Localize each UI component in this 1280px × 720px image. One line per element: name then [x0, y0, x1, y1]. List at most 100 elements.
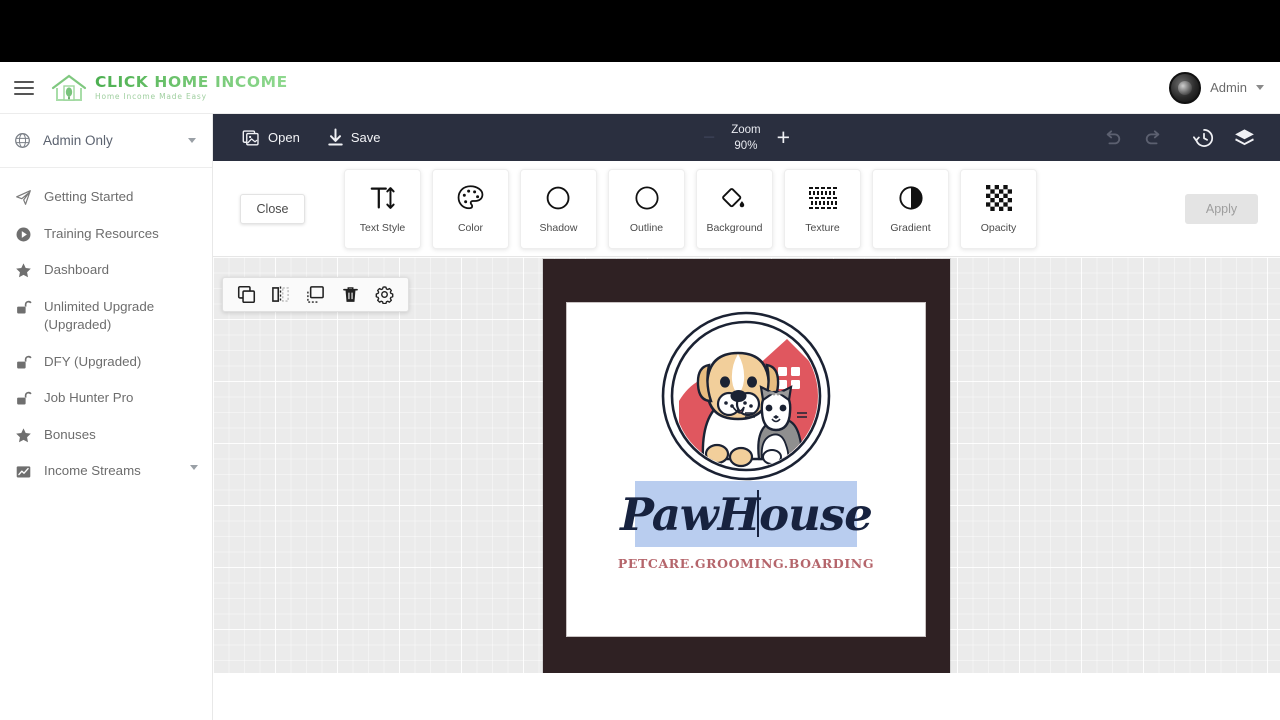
sidebar-nav: Getting Started Training Resources Dashb…: [0, 168, 212, 490]
half-filled-circle-icon: [897, 183, 925, 213]
sidebar-item-label: DFY (Upgraded): [44, 353, 142, 369]
artboard-frame[interactable]: PawHouse PETCARE.GROOMING.BOARDING: [543, 259, 950, 673]
sidebar-item-getting-started[interactable]: Getting Started: [0, 179, 212, 216]
logo-text-selected[interactable]: PawHouse: [620, 481, 873, 547]
open-label: Open: [268, 130, 300, 145]
tool-card-label: Shadow: [539, 222, 578, 234]
redo-arrow-icon[interactable]: [1143, 129, 1163, 147]
style-tool-strip: Close Text Style Color Shadow Outline Ba…: [213, 161, 1280, 257]
sidebar: Admin Only Getting Started Training Reso…: [0, 114, 213, 720]
sidebar-item-bonuses[interactable]: Bonuses: [0, 417, 212, 454]
logo-tagline: PETCARE.GROOMING.BOARDING: [617, 556, 875, 571]
brand-logo[interactable]: CLICK HOME INCOME Home Income Made Easy: [50, 73, 288, 103]
chart-icon: [14, 463, 33, 480]
brand-tagline: Home Income Made Easy: [95, 91, 207, 101]
undo-redo-group: [1103, 129, 1163, 147]
close-button[interactable]: Close: [240, 193, 305, 224]
logo-brand-text: PawHouse: [620, 487, 873, 541]
zoom-label: Zoom: [731, 123, 761, 136]
sidebar-item-income-streams[interactable]: Income Streams: [0, 453, 212, 490]
sidebar-item-label: Dashboard: [44, 262, 110, 277]
trash-icon[interactable]: [338, 283, 362, 307]
user-name-label: Admin: [1210, 80, 1247, 95]
object-action-toolbar: [222, 277, 409, 312]
sidebar-item-label: Income Streams: [44, 463, 141, 478]
zoom-value: 90%: [734, 139, 758, 152]
tool-card-gradient[interactable]: Gradient: [872, 168, 949, 249]
sidebar-item-job-hunter-pro[interactable]: Job Hunter Pro: [0, 380, 212, 417]
duplicate-icon[interactable]: [234, 283, 258, 307]
app-header: CLICK HOME INCOME Home Income Made Easy …: [0, 62, 1280, 114]
sidebar-scope-label: Admin Only: [43, 133, 113, 148]
download-icon: [328, 128, 343, 146]
unlock-icon: [14, 354, 33, 371]
hamburger-icon[interactable]: [14, 80, 34, 95]
header-user-area[interactable]: Admin: [1169, 71, 1264, 104]
zoom-in-button[interactable]: +: [777, 126, 790, 149]
house-logo-icon: [51, 74, 87, 101]
image-open-icon: [242, 130, 259, 146]
tool-card-label: Outline: [629, 222, 664, 234]
layers-icon[interactable]: [1233, 127, 1256, 149]
save-button[interactable]: Save: [327, 128, 381, 147]
tool-card-background[interactable]: Background: [696, 168, 773, 249]
canvas-area[interactable]: PawHouse PETCARE.GROOMING.BOARDING: [213, 257, 1280, 673]
application-window: CLICK HOME INCOME Home Income Made Easy …: [0, 62, 1280, 720]
palette-icon: [456, 183, 485, 213]
tool-card-shadow[interactable]: Shadow: [520, 168, 597, 249]
unlock-icon: [14, 299, 33, 316]
outline-circle-icon: [633, 183, 661, 213]
editor-toolbar: Open Save − Zoom 90% +: [213, 114, 1280, 161]
paper-plane-icon: [14, 189, 33, 206]
zoom-out-button[interactable]: −: [703, 127, 715, 148]
tool-card-label: Texture: [805, 222, 840, 234]
tool-card-label: Color: [457, 222, 484, 234]
sidebar-item-dashboard[interactable]: Dashboard: [0, 252, 212, 289]
tool-card-label: Gradient: [890, 222, 931, 234]
sidebar-item-dfy[interactable]: DFY (Upgraded): [0, 344, 212, 381]
zoom-controls: − Zoom 90% +: [703, 123, 790, 153]
tool-card-outline[interactable]: Outline: [608, 168, 685, 249]
history-clock-icon[interactable]: [1193, 127, 1215, 149]
checkerboard-icon: [985, 183, 1012, 213]
zoom-readout: Zoom 90%: [731, 123, 760, 153]
tool-card-label: Text Style: [359, 222, 406, 234]
chevron-down-icon[interactable]: [188, 138, 196, 143]
globe-icon: [15, 133, 30, 148]
sidebar-item-label: Job Hunter Pro: [44, 390, 134, 405]
sidebar-scope-selector[interactable]: Admin Only: [0, 114, 212, 168]
shadow-circle-icon: [545, 183, 573, 213]
bring-to-front-icon[interactable]: [303, 283, 327, 307]
star-icon: [14, 427, 33, 444]
canvas-bottom-spacer: [213, 673, 1280, 720]
sidebar-item-unlimited-upgrade[interactable]: Unlimited Upgrade (Upgraded): [0, 289, 212, 344]
tool-card-label: Background: [706, 222, 763, 234]
avatar[interactable]: [1169, 71, 1202, 104]
unlock-icon: [14, 390, 33, 407]
brand-title: CLICK HOME INCOME: [95, 73, 288, 91]
text-height-icon: [368, 183, 398, 213]
chevron-down-icon[interactable]: [190, 465, 198, 470]
open-button[interactable]: Open: [242, 128, 300, 147]
letterbox-top-bar: [0, 0, 1280, 62]
save-label: Save: [350, 130, 381, 145]
tool-card-text-style[interactable]: Text Style: [344, 168, 421, 249]
sidebar-item-label: Training Resources: [44, 225, 159, 241]
screen-root: CLICK HOME INCOME Home Income Made Easy …: [0, 0, 1280, 720]
play-circle-icon: [14, 226, 33, 243]
text-cursor-caret: [757, 490, 759, 537]
undo-arrow-icon[interactable]: [1103, 129, 1123, 147]
sidebar-item-label: Getting Started: [44, 189, 134, 204]
gear-icon[interactable]: [373, 283, 397, 307]
tool-card-color[interactable]: Color: [432, 168, 509, 249]
tool-card-texture[interactable]: Texture: [784, 168, 861, 249]
editor-panel: Open Save − Zoom 90% + Close Text Style …: [213, 114, 1280, 720]
tool-card-opacity[interactable]: Opacity: [960, 168, 1037, 249]
chevron-down-icon[interactable]: [1256, 85, 1264, 90]
toolbar-right-actions: [1103, 127, 1256, 149]
artboard-canvas[interactable]: PawHouse PETCARE.GROOMING.BOARDING: [567, 303, 925, 636]
sidebar-item-training-resources[interactable]: Training Resources: [0, 216, 212, 253]
dog-cat-house-circle-icon[interactable]: [659, 309, 833, 483]
flip-horizontal-icon[interactable]: [269, 283, 293, 307]
apply-button[interactable]: Apply: [1185, 193, 1258, 224]
